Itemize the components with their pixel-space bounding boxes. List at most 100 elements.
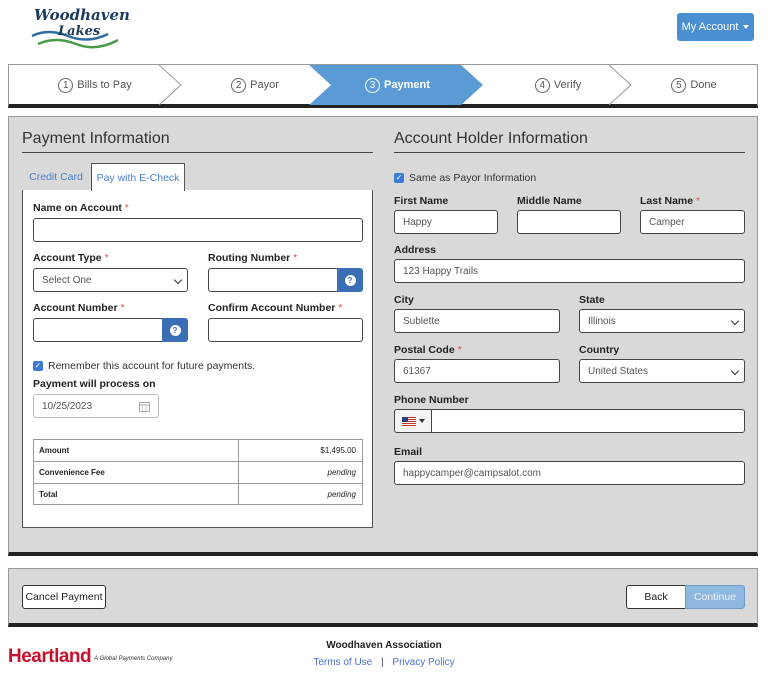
- postal-code-label: Postal Code *: [394, 344, 462, 356]
- address-input[interactable]: 123 Happy Trails: [394, 259, 745, 283]
- confirm-account-input[interactable]: [208, 318, 363, 342]
- chevron-down-icon: [730, 366, 740, 376]
- step-label: Verify: [553, 79, 582, 91]
- summary-label: Convenience Fee: [39, 468, 105, 477]
- checkbox-checked-icon[interactable]: ✓: [33, 361, 43, 371]
- account-holder-title: Account Holder Information: [394, 130, 588, 147]
- summary-value: $1,495.00: [238, 440, 362, 461]
- required-marker: *: [120, 302, 125, 314]
- privacy-policy-link[interactable]: Privacy Policy: [392, 657, 454, 668]
- footer-links: Terms of Use | Privacy Policy: [0, 657, 768, 668]
- city-label: City: [394, 294, 414, 306]
- routing-number-input[interactable]: [208, 268, 338, 292]
- back-button[interactable]: Back: [626, 585, 686, 609]
- required-marker: *: [696, 195, 701, 207]
- table-row: Total pending: [34, 484, 362, 506]
- account-type-value: Select One: [42, 274, 92, 286]
- label-text: Account Number: [33, 302, 118, 314]
- required-marker: *: [457, 344, 462, 356]
- step-number: 2: [231, 77, 247, 93]
- holder-title-rule: [394, 152, 745, 153]
- required-marker: *: [124, 202, 129, 214]
- country-label: Country: [579, 344, 620, 356]
- middle-name-label: Middle Name: [517, 195, 582, 207]
- middle-name-input[interactable]: [517, 210, 621, 234]
- step-label: Payment: [384, 79, 430, 91]
- table-row: Amount $1,495.00: [34, 440, 362, 462]
- continue-button[interactable]: Continue: [685, 585, 745, 609]
- label-text: Account Type: [33, 252, 102, 264]
- remember-label: Remember this account for future payment…: [48, 360, 256, 372]
- step-label: Payor: [250, 79, 279, 91]
- city-value: Sublette: [403, 315, 440, 327]
- process-date-label: Payment will process on: [33, 378, 156, 390]
- process-date-input[interactable]: 10/25/2023: [33, 394, 159, 418]
- question-icon: ?: [169, 324, 181, 336]
- step-done[interactable]: 5 Done: [631, 65, 757, 105]
- state-select[interactable]: Illinois: [579, 309, 745, 333]
- email-input[interactable]: happycamper@campsalot.com: [394, 461, 745, 485]
- name-on-account-input[interactable]: [33, 218, 363, 242]
- account-number-label: Account Number *: [33, 302, 125, 314]
- label-text: Confirm Account Number: [208, 302, 336, 314]
- summary-label: Amount: [39, 446, 70, 455]
- same-as-payor-row[interactable]: ✓ Same as Payor Information: [394, 172, 536, 184]
- account-type-select[interactable]: Select One: [33, 268, 188, 292]
- checkbox-checked-icon[interactable]: ✓: [394, 173, 404, 183]
- first-name-input[interactable]: Happy: [394, 210, 498, 234]
- tab-credit-card[interactable]: Credit Card: [22, 164, 90, 190]
- cancel-payment-button[interactable]: Cancel Payment: [22, 585, 106, 609]
- step-bills-to-pay[interactable]: 1 Bills to Pay: [9, 65, 181, 105]
- footer-separator: |: [381, 657, 384, 668]
- label-text: Name on Account: [33, 202, 122, 214]
- phone-number-label: Phone Number: [394, 394, 469, 406]
- footer-org-name: Woodhaven Association: [326, 640, 442, 651]
- same-as-payor-label: Same as Payor Information: [409, 172, 537, 184]
- step-label: Bills to Pay: [77, 79, 132, 91]
- caret-down-icon: [743, 25, 750, 29]
- state-label: State: [579, 294, 605, 306]
- woodhaven-lakes-logo[interactable]: Woodhaven Lakes: [28, 6, 130, 50]
- country-select[interactable]: United States: [579, 359, 745, 383]
- step-number: 4: [534, 77, 550, 93]
- account-help-button[interactable]: ?: [162, 318, 188, 342]
- terms-of-use-link[interactable]: Terms of Use: [313, 657, 372, 668]
- step-number: 1: [58, 77, 74, 93]
- address-value: 123 Happy Trails: [403, 265, 479, 277]
- my-account-button[interactable]: My Account: [677, 13, 754, 41]
- state-value: Illinois: [588, 315, 616, 327]
- first-name-label: First Name: [394, 195, 449, 207]
- step-payor[interactable]: 2 Payor: [181, 65, 329, 105]
- process-date-value: 10/25/2023: [42, 400, 93, 412]
- postal-code-input[interactable]: 61367: [394, 359, 560, 383]
- chevron-down-icon: [730, 316, 740, 326]
- logo-text-top: Woodhaven: [34, 6, 130, 24]
- logo-text-bottom: Lakes: [58, 24, 101, 39]
- tab-echeck[interactable]: Pay with E-Check: [91, 163, 185, 191]
- remember-account-row[interactable]: ✓ Remember this account for future payme…: [33, 360, 255, 372]
- routing-number-label: Routing Number *: [208, 252, 297, 264]
- last-name-label: Last Name *: [640, 195, 700, 207]
- routing-help-button[interactable]: ?: [337, 268, 363, 292]
- confirm-account-label: Confirm Account Number *: [208, 302, 342, 314]
- payment-summary-table: Amount $1,495.00 Convenience Fee pending…: [33, 439, 363, 505]
- account-number-input[interactable]: [33, 318, 163, 342]
- name-on-account-label: Name on Account *: [33, 202, 129, 214]
- required-marker: *: [338, 302, 343, 314]
- table-row: Convenience Fee pending: [34, 462, 362, 484]
- step-payment[interactable]: 3 Payment: [331, 65, 459, 105]
- email-value: happycamper@campsalot.com: [403, 467, 541, 479]
- calendar-icon: [139, 401, 150, 412]
- city-input[interactable]: Sublette: [394, 309, 560, 333]
- caret-down-icon: [418, 419, 425, 423]
- step-verify[interactable]: 4 Verify: [483, 65, 633, 105]
- chevron-down-icon: [173, 275, 183, 285]
- country-code-dropdown[interactable]: [395, 410, 432, 432]
- label-text: Postal Code: [394, 344, 455, 356]
- label-text: Last Name: [640, 195, 694, 207]
- first-name-value: Happy: [403, 216, 432, 228]
- last-name-input[interactable]: Camper: [640, 210, 745, 234]
- required-marker: *: [293, 252, 298, 264]
- phone-number-input[interactable]: [394, 409, 745, 433]
- account-type-label: Account Type *: [33, 252, 109, 264]
